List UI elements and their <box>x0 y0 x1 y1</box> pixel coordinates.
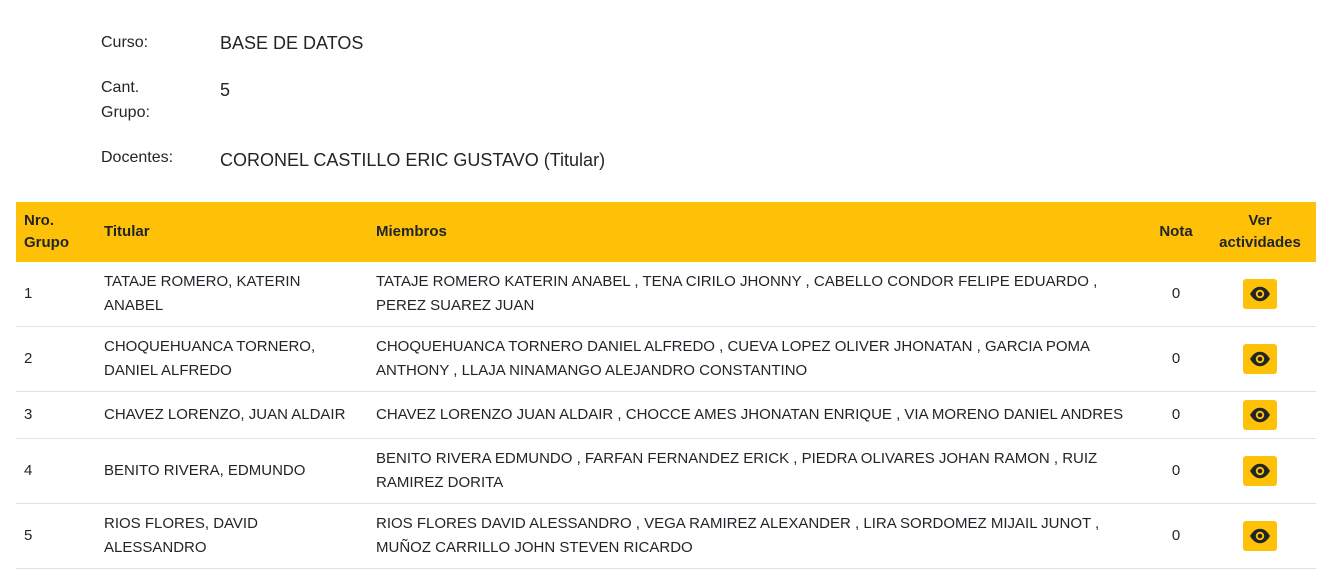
eye-icon <box>1250 463 1270 479</box>
cell-miembros: BENITO RIVERA EDMUNDO , FARFAN FERNANDEZ… <box>368 438 1148 504</box>
cell-miembros: CHAVEZ LORENZO JUAN ALDAIR , CHOCCE AMES… <box>368 391 1148 439</box>
cell-titular: RIOS FLORES, DAVID ALESSANDRO <box>96 503 368 569</box>
header-miembros: Miembros <box>376 223 447 240</box>
table-row: 2 CHOQUEHUANCA TORNERO, DANIEL ALFREDO C… <box>16 326 1316 392</box>
cell-titular: TATAJE ROMERO, KATERIN ANABEL <box>96 262 368 327</box>
table-body: 1 TATAJE ROMERO, KATERIN ANABEL TATAJE R… <box>16 262 1316 569</box>
header-nota: Nota <box>1159 223 1193 240</box>
table-header-row: Nro. Grupo Titular Miembros Nota Ver act… <box>16 202 1316 262</box>
cell-titular: CHOQUEHUANCA TORNERO, DANIEL ALFREDO <box>96 326 368 392</box>
groups-table: Nro. Grupo Titular Miembros Nota Ver act… <box>16 202 1316 569</box>
view-activities-button[interactable] <box>1243 521 1277 551</box>
cant-grupo-value: 5 <box>220 80 231 100</box>
cell-nro: 3 <box>16 391 96 439</box>
docentes-label: Docentes: <box>101 149 174 166</box>
eye-icon <box>1250 286 1270 302</box>
curso-value: BASE DE DATOS <box>220 33 364 53</box>
table-row: 1 TATAJE ROMERO, KATERIN ANABEL TATAJE R… <box>16 262 1316 327</box>
view-activities-button[interactable] <box>1243 400 1277 430</box>
header-titular: Titular <box>104 223 150 240</box>
cell-nro: 5 <box>16 503 96 569</box>
header-ver-actividades: Ver actividades <box>1219 212 1301 251</box>
table-row: 3 CHAVEZ LORENZO, JUAN ALDAIR CHAVEZ LOR… <box>16 391 1316 439</box>
cell-miembros: TATAJE ROMERO KATERIN ANABEL , TENA CIRI… <box>368 262 1148 327</box>
cell-ver <box>1204 503 1316 569</box>
eye-icon <box>1250 351 1270 367</box>
cell-ver <box>1204 326 1316 392</box>
view-activities-button[interactable] <box>1243 279 1277 309</box>
table-header: Nro. Grupo Titular Miembros Nota Ver act… <box>16 202 1316 262</box>
course-info: Curso: BASE DE DATOS Cant. Grupo: 5 Doce… <box>0 0 1341 200</box>
table-row: 5 RIOS FLORES, DAVID ALESSANDRO RIOS FLO… <box>16 503 1316 569</box>
cell-nota: 0 <box>1148 391 1204 439</box>
view-activities-button[interactable] <box>1243 456 1277 486</box>
curso-label: Curso: <box>101 34 149 51</box>
cell-nro: 2 <box>16 326 96 392</box>
table-row: 4 BENITO RIVERA, EDMUNDO BENITO RIVERA E… <box>16 438 1316 504</box>
cell-ver <box>1204 262 1316 327</box>
cell-ver <box>1204 391 1316 439</box>
view-activities-button[interactable] <box>1243 344 1277 374</box>
cell-nota: 0 <box>1148 503 1204 569</box>
cell-nota: 0 <box>1148 326 1204 392</box>
docentes-value: CORONEL CASTILLO ERIC GUSTAVO (Titular) <box>220 150 606 170</box>
cell-titular: CHAVEZ LORENZO, JUAN ALDAIR <box>96 391 368 439</box>
eye-icon <box>1250 528 1270 544</box>
header-nro-grupo: Nro. Grupo <box>24 212 69 251</box>
cell-ver <box>1204 438 1316 504</box>
cell-nota: 0 <box>1148 262 1204 327</box>
cell-nro: 1 <box>16 262 96 327</box>
cell-nro: 4 <box>16 438 96 504</box>
cell-miembros: RIOS FLORES DAVID ALESSANDRO , VEGA RAMI… <box>368 503 1148 569</box>
cell-miembros: CHOQUEHUANCA TORNERO DANIEL ALFREDO , CU… <box>368 326 1148 392</box>
eye-icon <box>1250 407 1270 423</box>
cant-grupo-label: Cant. Grupo: <box>101 79 150 121</box>
cell-nota: 0 <box>1148 438 1204 504</box>
cell-titular: BENITO RIVERA, EDMUNDO <box>96 438 368 504</box>
